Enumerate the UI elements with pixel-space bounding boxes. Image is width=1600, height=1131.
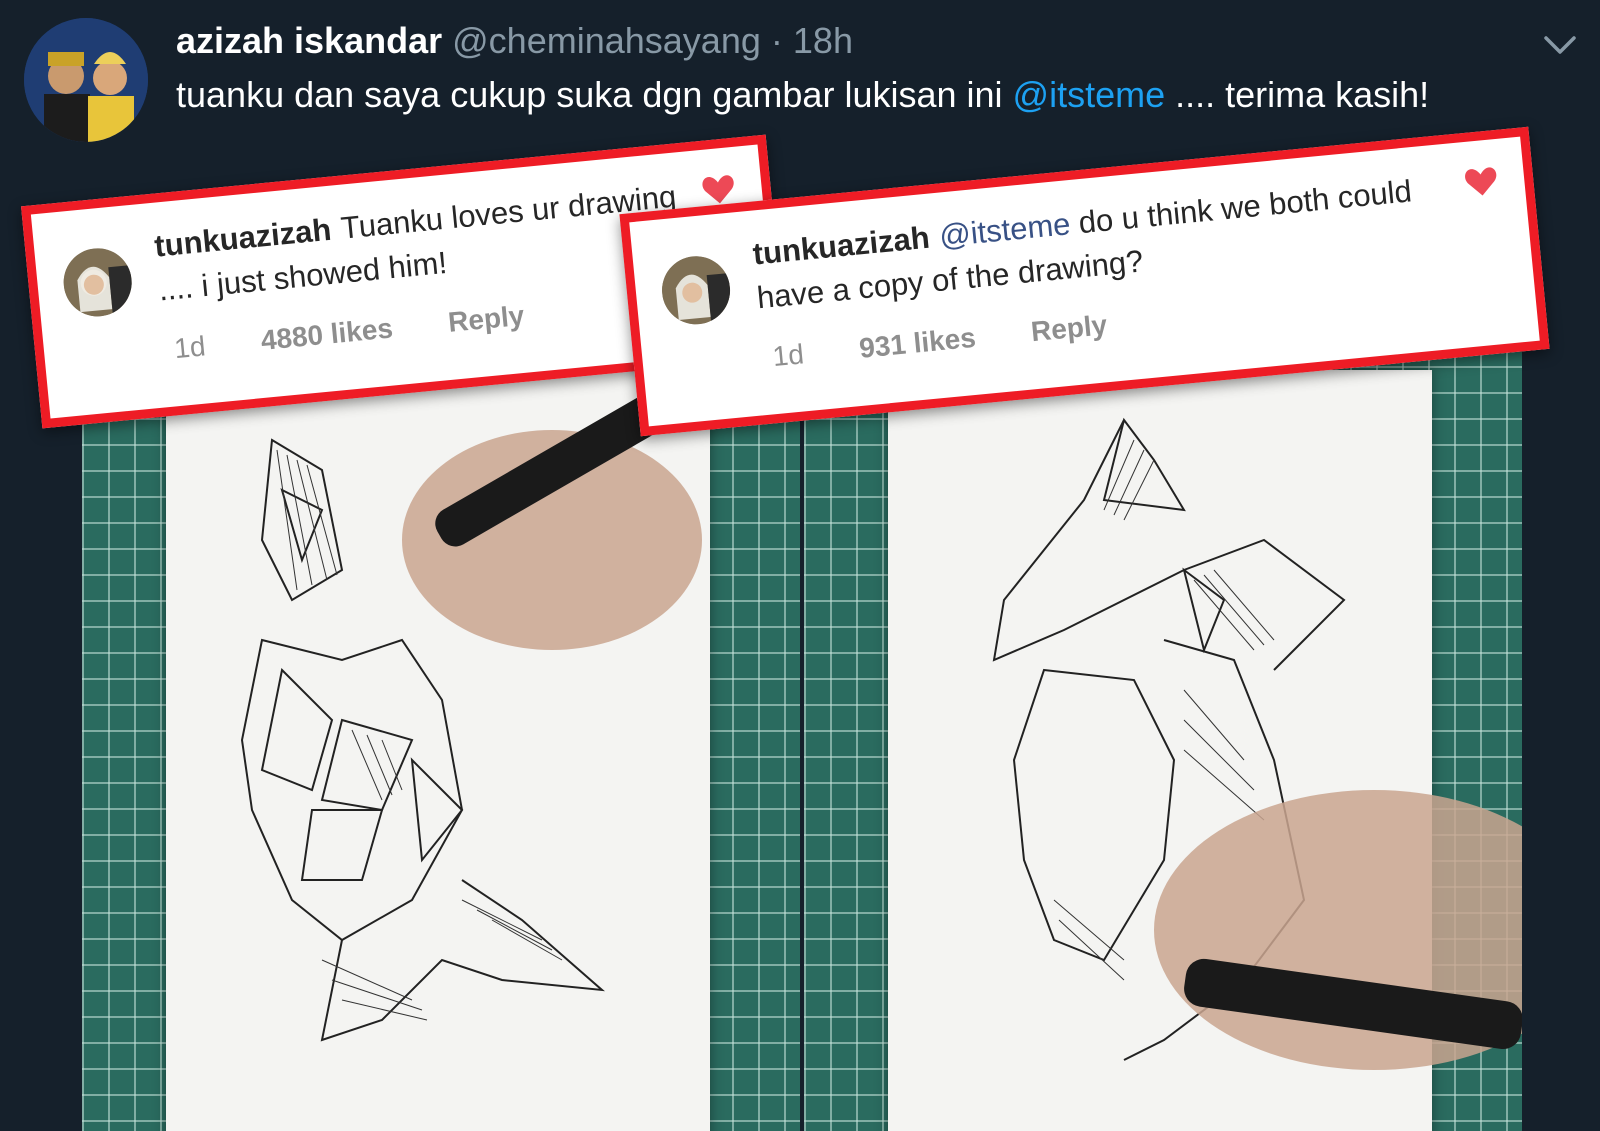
tweet-mention-link[interactable]: @itsteme	[1013, 74, 1166, 115]
commenter-avatar[interactable]	[60, 245, 135, 320]
tweet-header: azizah iskandar @cheminahsayang · 18h	[176, 20, 853, 62]
comment-likes[interactable]: 931 likes	[858, 322, 977, 364]
commenter-photo	[658, 253, 734, 328]
media-image-right[interactable]	[804, 340, 1522, 1131]
author-name[interactable]: azizah iskandar	[176, 20, 442, 61]
polygon-portrait-drawing	[240, 393, 702, 1042]
avatar-photo	[24, 18, 148, 142]
polygon-portrait-drawing	[992, 417, 1522, 1070]
comment-mention[interactable]: @itsteme	[938, 206, 1072, 253]
comment-likes[interactable]: 4880 likes	[259, 312, 394, 356]
comment-meta: 1d 931 likes Reply	[771, 305, 1156, 374]
reply-button[interactable]: Reply	[1030, 309, 1109, 347]
heart-icon[interactable]	[700, 173, 737, 206]
comment-username[interactable]: tunkuazizah	[751, 220, 931, 272]
chevron-down-icon[interactable]	[1542, 30, 1578, 58]
separator-dot: ·	[770, 20, 783, 61]
tweet-timestamp[interactable]: 18h	[793, 20, 853, 61]
profile-avatar[interactable]	[24, 18, 148, 142]
comment-meta: 1d 4880 likes Reply	[173, 295, 574, 365]
commenter-photo	[60, 245, 135, 320]
heart-icon[interactable]	[1463, 165, 1500, 198]
commenter-avatar[interactable]	[658, 253, 734, 328]
tweet-text-start: tuanku dan saya cukup suka dgn gambar lu…	[176, 74, 1013, 115]
comment-age: 1d	[172, 330, 207, 365]
comment-body: tunkuazizah @itsteme do u think we both c…	[751, 164, 1471, 320]
tweet-text: tuanku dan saya cukup suka dgn gambar lu…	[176, 74, 1429, 116]
tweet-text-end: .... terima kasih!	[1165, 74, 1430, 115]
author-handle[interactable]: @cheminahsayang	[452, 20, 761, 61]
comment-age: 1d	[771, 338, 806, 373]
tweet-media[interactable]	[82, 340, 1522, 1131]
comment-username[interactable]: tunkuazizah	[153, 212, 333, 264]
media-image-left[interactable]	[82, 340, 800, 1131]
reply-button[interactable]: Reply	[447, 300, 526, 338]
